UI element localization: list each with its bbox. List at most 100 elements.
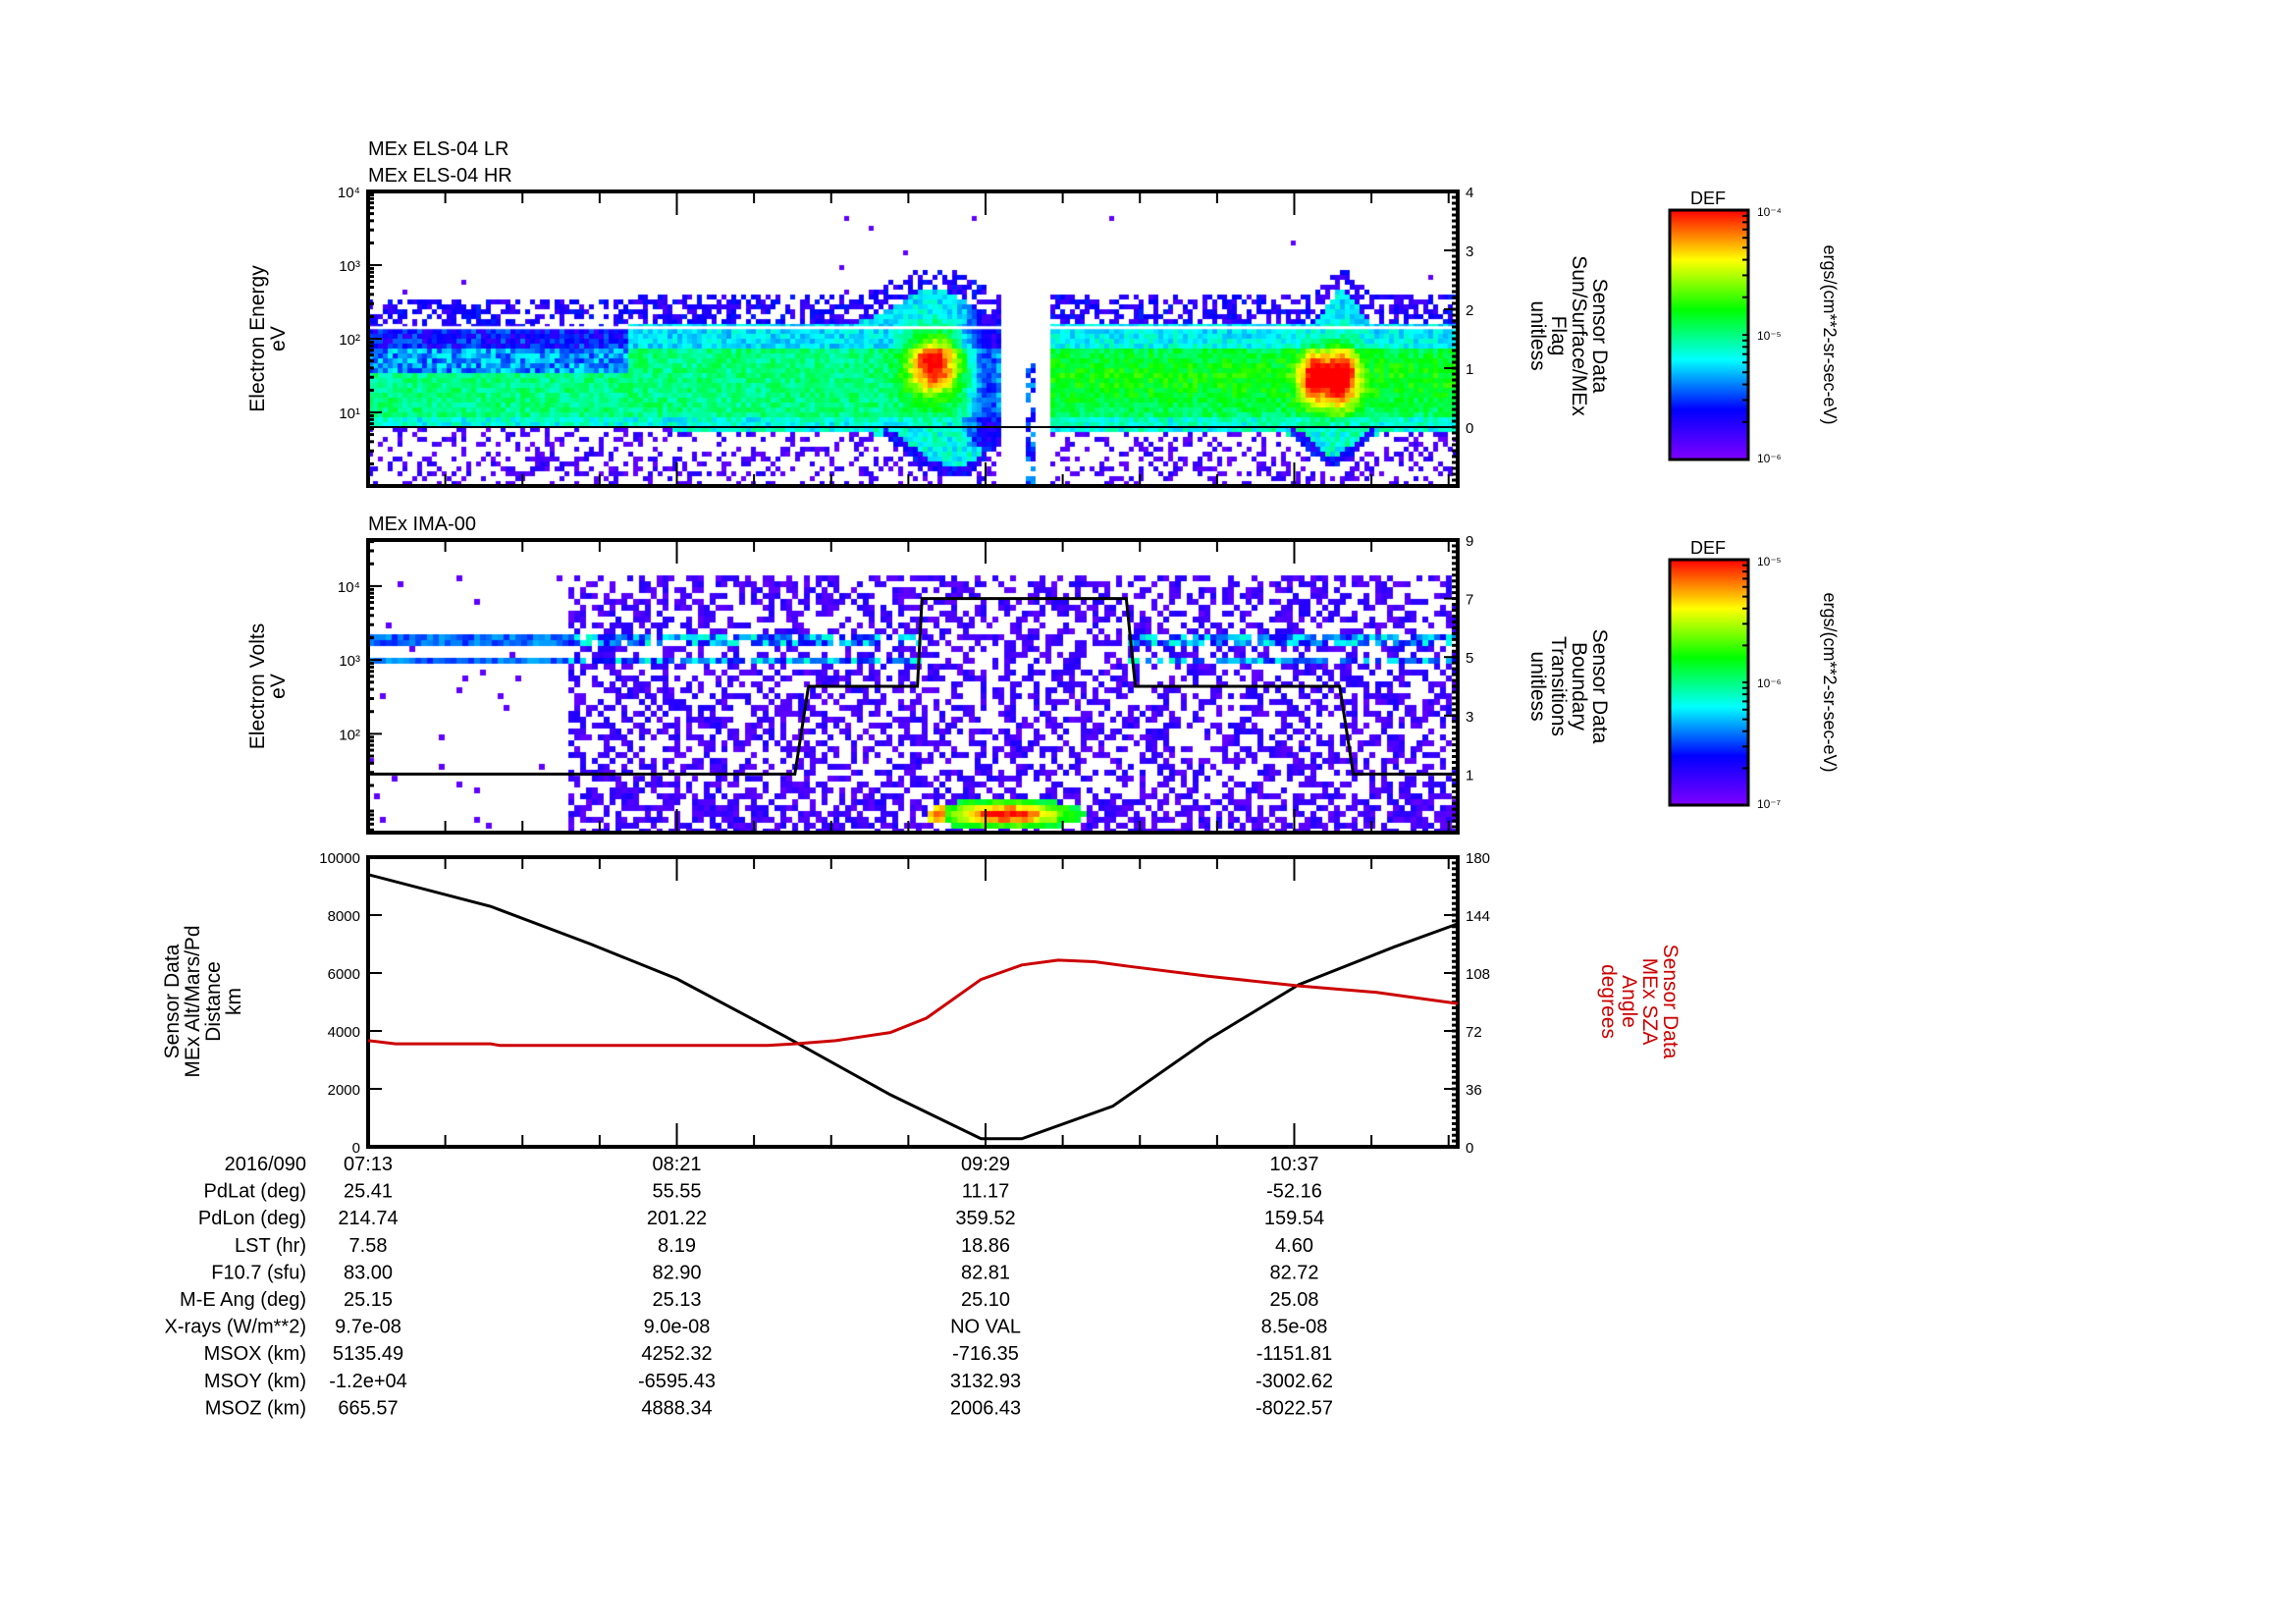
y-tick-label: 10⁴ xyxy=(338,579,360,596)
flag-axis-label-line: Sun/Surface/MEx xyxy=(1568,255,1590,416)
altitude-axis-label: Sensor DataMEx Alt/Mars/PdDistancekm xyxy=(161,925,245,1077)
ephemeris-row-label: X-rays (W/m**2) xyxy=(165,1317,306,1338)
colorbar-tick-label: 10⁻⁵ xyxy=(1757,555,1782,568)
y2-tick-label: 180 xyxy=(1466,850,1490,867)
panel-title: MEx ELS-04 HR xyxy=(368,165,512,187)
ephemeris-value: 11.17 xyxy=(962,1181,1010,1203)
ephemeris-value: 9.7e-08 xyxy=(335,1317,401,1338)
altitude-axis-label-line: Distance xyxy=(202,961,225,1042)
y-tick-label: 6000 xyxy=(328,966,360,983)
y2-tick-label: 5 xyxy=(1466,650,1473,667)
ephemeris-value: 2006.43 xyxy=(950,1397,1021,1419)
boundary-axis-label-line: Sensor Data xyxy=(1588,629,1611,744)
y-tick-label: 10² xyxy=(339,727,360,743)
y2-tick-label: 9 xyxy=(1466,533,1473,550)
ephemeris-value: 159.54 xyxy=(1264,1208,1324,1229)
ephemeris-value: 9.0e-08 xyxy=(644,1317,711,1338)
ephemeris-value: 25.13 xyxy=(652,1289,701,1311)
y2-tick-label: 3 xyxy=(1466,709,1473,726)
ephemeris-value: 25.08 xyxy=(1269,1289,1318,1311)
altitude-line xyxy=(367,873,1459,1141)
ephemeris-value: 214.74 xyxy=(338,1208,398,1229)
colorbar-title: DEF xyxy=(1690,189,1726,208)
ephemeris-value: 5135.49 xyxy=(333,1343,403,1365)
ephemeris-value: 82.81 xyxy=(961,1262,1010,1283)
sza-axis-label-line: MEx SZA xyxy=(1638,958,1661,1046)
electron-energy-axis-label-line: eV xyxy=(267,326,290,352)
colorbar xyxy=(1668,208,1750,461)
sza-line xyxy=(367,958,1459,1048)
ephemeris-value: 8.19 xyxy=(658,1235,696,1257)
ephemeris-value: -1.2e+04 xyxy=(329,1371,407,1392)
colorbar-tick-label: 10⁻⁴ xyxy=(1757,205,1782,219)
boundary-axis-label: Sensor DataBoundaryTransitionsunitless xyxy=(1526,629,1611,744)
y2-tick-label: 7 xyxy=(1466,592,1473,609)
y2-tick-label: 1 xyxy=(1466,767,1473,784)
y2-tick-label: 0 xyxy=(1466,1140,1473,1157)
y-tick-label: 10000 xyxy=(319,850,360,867)
ephemeris-row-label: MSOX (km) xyxy=(204,1343,306,1365)
colorbar-title: DEF xyxy=(1690,538,1726,558)
ephemeris-row-label: LST (hr) xyxy=(235,1235,306,1257)
sza-axis-label-line: Angle xyxy=(1618,975,1640,1028)
ephemeris-value: -52.16 xyxy=(1266,1181,1322,1203)
y2-tick-label: 72 xyxy=(1466,1024,1482,1041)
y-tick-label: 10³ xyxy=(339,653,360,670)
panel-title: MEx IMA-00 xyxy=(368,514,476,535)
time-tick-label: 10:37 xyxy=(1269,1154,1318,1175)
ephemeris-value: -3002.62 xyxy=(1255,1371,1333,1392)
ephemeris-row-label: MSOZ (km) xyxy=(205,1397,306,1419)
ephemeris-row-label: PdLat (deg) xyxy=(203,1181,306,1203)
electron-volts-axis-label-line: Electron Volts xyxy=(246,623,269,749)
ephemeris-value: 201.22 xyxy=(647,1208,707,1229)
electron-volts-axis-label: Electron VoltseV xyxy=(246,623,290,749)
ephemeris-value: 359.52 xyxy=(955,1208,1015,1229)
ephemeris-value: 55.55 xyxy=(652,1181,701,1203)
orbit-panel-frame xyxy=(366,855,1460,1149)
ephemeris-value: -6595.43 xyxy=(638,1371,716,1392)
ephemeris-value: 4.60 xyxy=(1275,1235,1313,1257)
y-tick-label: 10³ xyxy=(339,258,360,275)
ephemeris-row-label: M-E Ang (deg) xyxy=(180,1289,306,1311)
time-tick-label: 09:29 xyxy=(961,1154,1010,1175)
y-tick-label: 10¹ xyxy=(339,406,360,422)
sza-axis-label-line: degrees xyxy=(1597,964,1620,1039)
ephemeris-value: 18.86 xyxy=(961,1235,1010,1257)
ephemeris-row-label: F10.7 (sfu) xyxy=(211,1262,306,1283)
ephemeris-value: 4252.32 xyxy=(641,1343,712,1365)
flag-axis-label-line: Sensor Data xyxy=(1588,279,1611,394)
colorbar-tick-label: 10⁻⁶ xyxy=(1757,452,1782,465)
y-tick-label: 10² xyxy=(339,332,360,349)
ephemeris-value: 82.72 xyxy=(1269,1262,1318,1283)
boundary-axis-label-line: Transitions xyxy=(1547,636,1570,736)
ephemeris-value: 83.00 xyxy=(344,1262,393,1283)
y2-tick-label: 3 xyxy=(1466,243,1473,260)
colorbar-unit: ergs/(cm**2-sr-sec-eV) xyxy=(1820,244,1840,424)
electron-volts-axis-label-line: eV xyxy=(267,674,290,699)
y-tick-label: 8000 xyxy=(328,908,360,925)
altitude-axis-label-line: km xyxy=(223,988,245,1015)
ephemeris-value: -1151.81 xyxy=(1256,1343,1332,1365)
ephemeris-value: 4888.34 xyxy=(641,1397,712,1419)
ephemeris-value: 25.41 xyxy=(344,1181,393,1203)
colorbar-tick-label: 10⁻⁷ xyxy=(1757,797,1781,811)
y-tick-label: 2000 xyxy=(328,1082,360,1099)
ephemeris-value: 8.5e-08 xyxy=(1261,1317,1328,1338)
electron-panel-frame xyxy=(366,189,1460,488)
altitude-axis-label-line: MEx Alt/Mars/Pd xyxy=(182,925,204,1077)
y2-tick-label: 144 xyxy=(1466,908,1490,925)
ephemeris-row-label: MSOY (km) xyxy=(204,1371,306,1392)
ephemeris-row-label: PdLon (deg) xyxy=(198,1208,306,1229)
ephemeris-value: 3132.93 xyxy=(950,1371,1021,1392)
sza-axis-label-line: Sensor Data xyxy=(1659,945,1682,1059)
ephemeris-value: -8022.57 xyxy=(1255,1397,1333,1419)
colorbar-unit-label: ergs/(cm**2-sr-sec-eV) xyxy=(1820,244,1840,424)
colorbar-unit-label: ergs/(cm**2-sr-sec-eV) xyxy=(1820,592,1840,772)
time-tick-label: 08:21 xyxy=(652,1154,701,1175)
y2-tick-label: 4 xyxy=(1466,185,1473,201)
panel-title: MEx ELS-04 LR xyxy=(368,138,508,160)
ephemeris-value: 82.90 xyxy=(652,1262,701,1283)
y-tick-label: 4000 xyxy=(328,1024,360,1041)
altitude-axis-label-line: Sensor Data xyxy=(161,944,184,1058)
ephemeris-value: -716.35 xyxy=(952,1343,1019,1365)
